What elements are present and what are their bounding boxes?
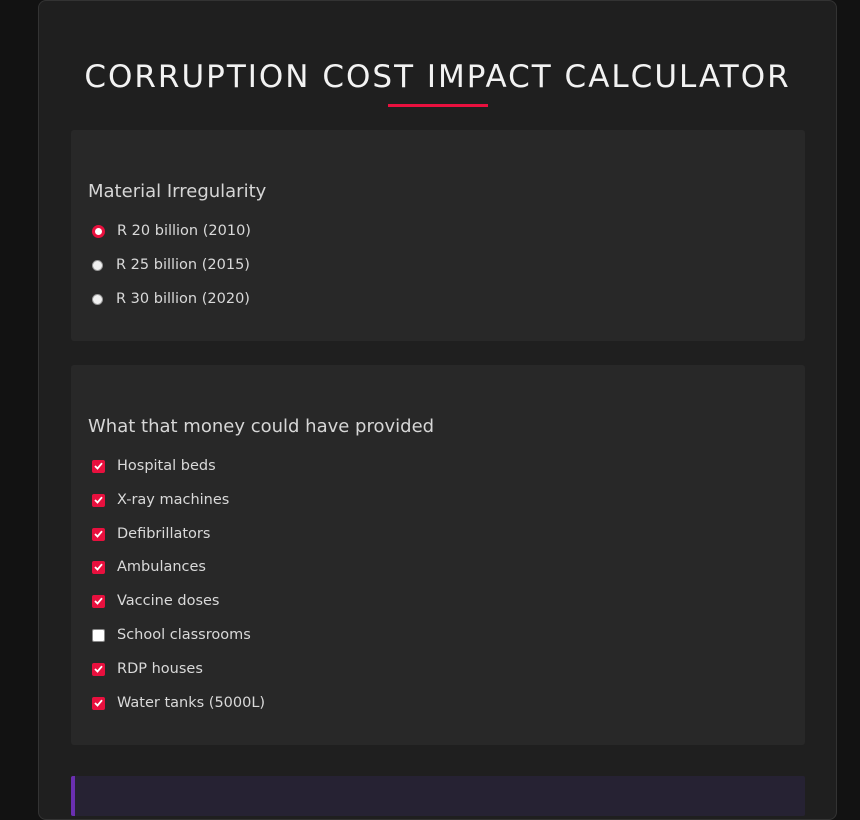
irregularity-heading: Material Irregularity xyxy=(88,181,267,202)
radio-button-selected[interactable] xyxy=(92,224,105,238)
provision-label: Ambulances xyxy=(117,559,206,575)
title-underline xyxy=(388,104,488,107)
provision-item-vaccine-doses[interactable]: Vaccine doses xyxy=(92,590,219,612)
checkbox-checked[interactable] xyxy=(92,662,105,676)
provision-item-defibrillators[interactable]: Defibrillators xyxy=(92,523,210,545)
option-label: R 30 billion (2020) xyxy=(116,291,250,307)
provision-item-rdp-houses[interactable]: RDP houses xyxy=(92,658,203,680)
provision-label: School classrooms xyxy=(117,627,251,643)
irregularity-panel: Material Irregularity R 20 billion (2010… xyxy=(71,130,805,341)
provision-item-water-tanks[interactable]: Water tanks (5000L) xyxy=(92,692,265,714)
checkbox-checked[interactable] xyxy=(92,560,105,574)
radio-button[interactable] xyxy=(92,259,103,271)
provision-item-hospital-beds[interactable]: Hospital beds xyxy=(92,455,216,477)
provision-label: Defibrillators xyxy=(117,526,211,542)
checkbox-checked[interactable] xyxy=(92,459,105,473)
checkbox-checked[interactable] xyxy=(92,493,105,507)
provision-item-school-classrooms[interactable]: School classrooms xyxy=(92,624,251,646)
option-label: R 20 billion (2010) xyxy=(117,223,251,239)
checkbox-checked[interactable] xyxy=(92,594,105,608)
irregularity-option-2010[interactable]: R 20 billion (2010) xyxy=(92,220,251,242)
irregularity-option-2020[interactable]: R 30 billion (2020) xyxy=(92,288,250,310)
provision-label: Hospital beds xyxy=(117,458,216,474)
provision-label: RDP houses xyxy=(117,661,203,677)
checkbox-checked[interactable] xyxy=(92,527,105,541)
provisions-panel: What that money could have provided Hosp… xyxy=(71,365,805,745)
checkbox-checked[interactable] xyxy=(92,696,105,710)
radio-button[interactable] xyxy=(92,293,103,305)
provisions-heading: What that money could have provided xyxy=(88,416,435,437)
irregularity-option-2015[interactable]: R 25 billion (2015) xyxy=(92,254,250,276)
calculator-card: CORRUPTION COST IMPACT CALCULATOR Materi… xyxy=(38,0,837,820)
page-title: CORRUPTION COST IMPACT CALCULATOR xyxy=(84,59,791,95)
provision-label: Vaccine doses xyxy=(117,593,220,609)
checkbox-unchecked[interactable] xyxy=(92,628,105,642)
provision-label: Water tanks (5000L) xyxy=(117,695,266,711)
option-label: R 25 billion (2015) xyxy=(116,257,250,273)
provision-label: X-ray machines xyxy=(117,492,230,508)
provision-item-x-ray-machines[interactable]: X-ray machines xyxy=(92,489,229,511)
results-panel xyxy=(71,776,805,816)
provision-item-ambulances[interactable]: Ambulances xyxy=(92,556,206,578)
